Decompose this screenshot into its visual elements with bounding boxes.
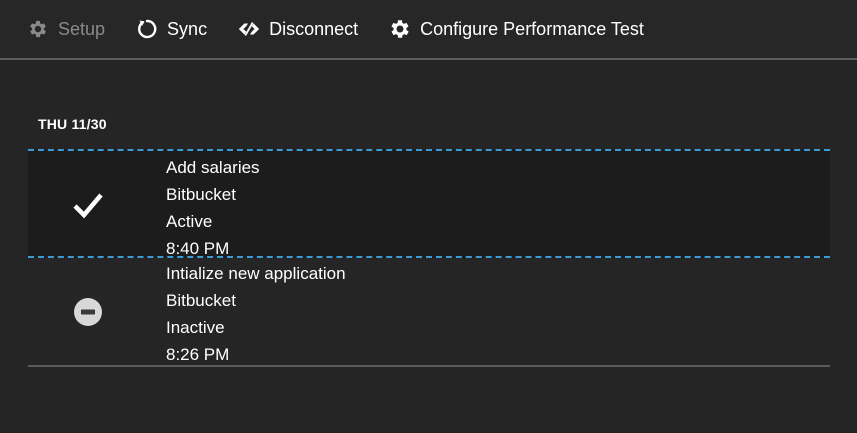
list-item-details: Intialize new application Bitbucket Inac… xyxy=(166,260,346,368)
checkmark-icon xyxy=(72,189,104,221)
item-name: Intialize new application xyxy=(166,264,346,283)
sync-button[interactable]: Sync xyxy=(135,9,207,49)
setup-label: Setup xyxy=(58,18,106,39)
list-item-details: Add salaries Bitbucket Active 8:40 PM xyxy=(166,154,260,262)
configure-performance-test-label: Configure Performance Test xyxy=(420,18,644,39)
gear-icon xyxy=(388,17,412,41)
item-name: Add salaries xyxy=(166,158,260,177)
configure-performance-test-button[interactable]: Configure Performance Test xyxy=(388,9,644,49)
gear-icon xyxy=(26,17,50,41)
item-source: Bitbucket xyxy=(166,291,236,310)
setup-button[interactable]: Setup xyxy=(26,9,105,49)
item-status: Active xyxy=(166,212,213,231)
date-group-header: THU 11/30 xyxy=(38,116,107,132)
app-window: Setup Sync Disconnect Configure Performa… xyxy=(0,0,857,433)
disconnect-label: Disconnect xyxy=(269,18,359,39)
disconnect-icon xyxy=(237,17,261,41)
sync-label: Sync xyxy=(167,18,208,39)
minus-circle-icon xyxy=(72,296,104,328)
build-list: Add salaries Bitbucket Active 8:40 PM In… xyxy=(28,149,830,367)
item-time: 8:26 PM xyxy=(166,345,230,364)
list-item[interactable]: Intialize new application Bitbucket Inac… xyxy=(28,258,830,367)
toolbar: Setup Sync Disconnect Configure Performa… xyxy=(0,0,857,60)
item-source: Bitbucket xyxy=(166,185,236,204)
item-status: Inactive xyxy=(166,318,225,337)
list-item[interactable]: Add salaries Bitbucket Active 8:40 PM xyxy=(28,149,830,258)
sync-icon xyxy=(135,17,159,41)
disconnect-button[interactable]: Disconnect xyxy=(237,9,358,49)
